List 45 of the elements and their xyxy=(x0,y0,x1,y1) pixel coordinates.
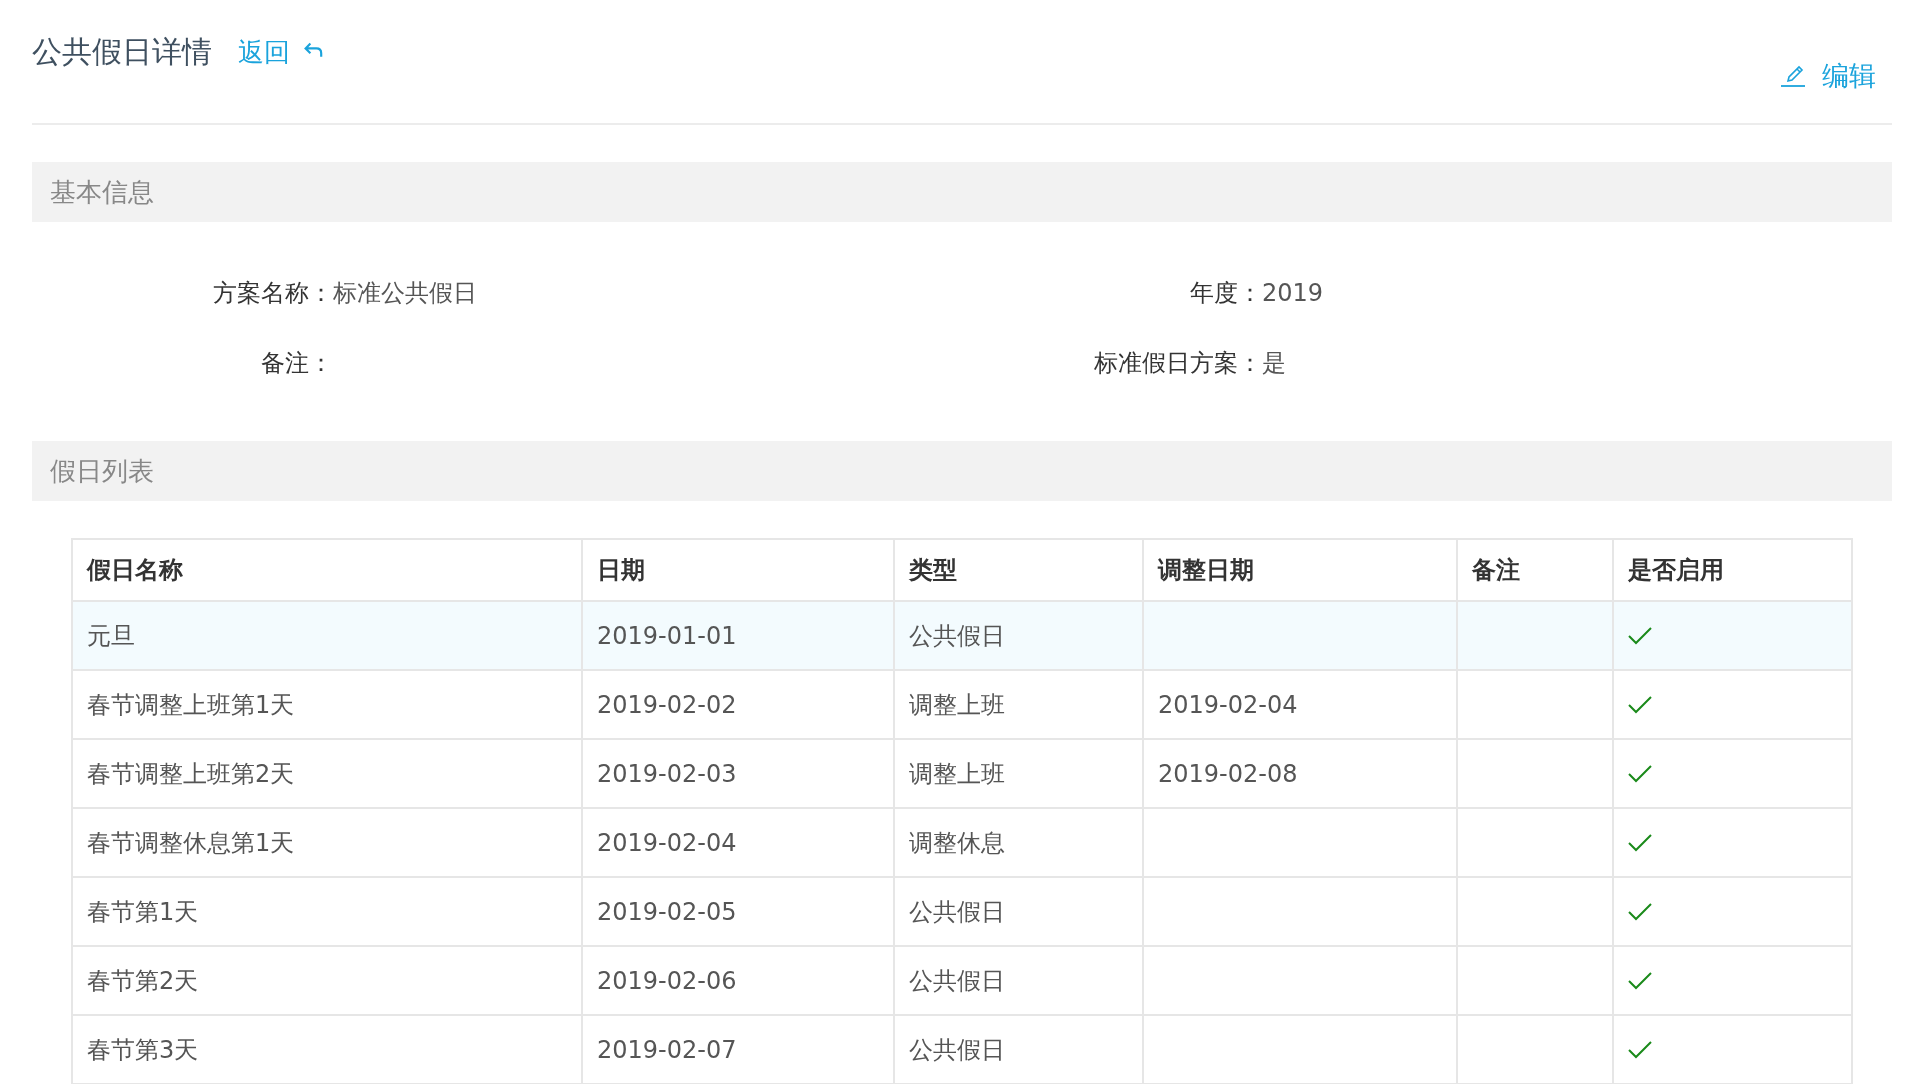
field-label: 备注： xyxy=(260,348,333,379)
table-cell: 2019-02-03 xyxy=(597,759,737,788)
table-cell: 2019-02-05 xyxy=(597,897,737,926)
column-header: 日期 xyxy=(582,539,894,601)
field-value: 是 xyxy=(1262,348,1286,379)
table-cell: 2019-02-02 xyxy=(597,690,737,719)
table-row[interactable]: 春节第2天 2019-02-06 公共假日 xyxy=(72,946,1852,1015)
field-value: 2019 xyxy=(1262,279,1324,307)
section-title: 基本信息 xyxy=(50,175,154,209)
table-cell: 春节第3天 xyxy=(87,1035,199,1064)
table-cell: 公共假日 xyxy=(909,897,1005,926)
table-row[interactable]: 元旦 2019-01-01 公共假日 xyxy=(72,601,1852,670)
table-cell: 调整休息 xyxy=(909,828,1005,857)
table-cell: 公共假日 xyxy=(909,966,1005,995)
table-cell: 公共假日 xyxy=(909,621,1005,650)
table-cell: 2019-02-08 xyxy=(1158,759,1298,788)
table-cell: 调整上班 xyxy=(909,690,1005,719)
table-cell: 春节调整上班第2天 xyxy=(87,759,295,788)
table-row[interactable]: 春节调整上班第1天 2019-02-02 调整上班 2019-02-04 xyxy=(72,670,1852,739)
table-row[interactable]: 春节调整上班第2天 2019-02-03 调整上班 2019-02-08 xyxy=(72,739,1852,808)
table-cell: 2019-02-04 xyxy=(1158,690,1298,719)
table-cell: 2019-02-04 xyxy=(597,828,737,857)
pencil-icon xyxy=(1780,64,1806,88)
section-title: 假日列表 xyxy=(50,454,154,488)
field-label: 年度： xyxy=(1189,278,1262,309)
field-value: 标准公共假日 xyxy=(333,278,477,309)
column-header: 假日名称 xyxy=(72,539,582,601)
table-cell: 2019-01-01 xyxy=(597,621,737,650)
table-row[interactable]: 春节调整休息第1天 2019-02-04 调整休息 xyxy=(72,808,1852,877)
table-cell: 春节第1天 xyxy=(87,897,199,926)
field-label: 标准假日方案： xyxy=(1093,348,1262,379)
table-row[interactable]: 春节第3天 2019-02-07 公共假日 xyxy=(72,1015,1852,1084)
page-title: 公共假日详情 xyxy=(32,32,212,71)
table-cell: 元旦 xyxy=(87,621,135,650)
table-cell: 2019-02-07 xyxy=(597,1035,737,1064)
table-cell: 公共假日 xyxy=(909,1035,1005,1064)
table-cell: 2019-02-06 xyxy=(597,966,737,995)
table-cell: 春节调整休息第1天 xyxy=(87,828,295,857)
table-cell: 调整上班 xyxy=(909,759,1005,788)
field-label: 方案名称： xyxy=(212,278,333,309)
table-cell: 春节第2天 xyxy=(87,966,199,995)
column-header: 类型 xyxy=(894,539,1143,601)
column-header: 调整日期 xyxy=(1143,539,1457,601)
table-row[interactable]: 春节第1天 2019-02-05 公共假日 xyxy=(72,877,1852,946)
table-cell: 春节调整上班第1天 xyxy=(87,690,295,719)
